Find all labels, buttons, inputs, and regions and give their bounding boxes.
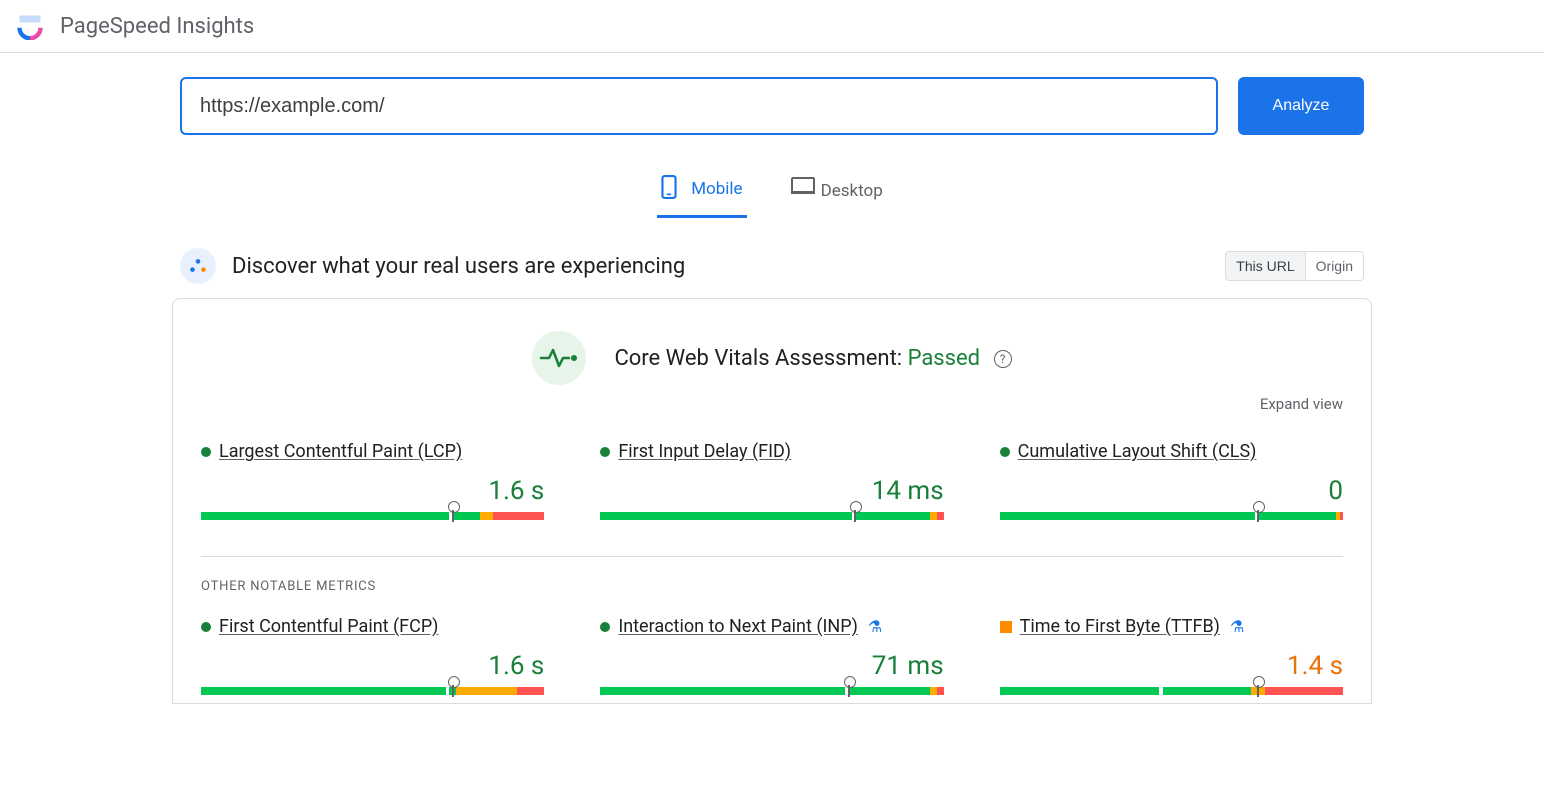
percentile-marker	[1257, 506, 1259, 526]
section-title: Discover what your real users are experi…	[232, 254, 685, 279]
cwv-assessment: Core Web Vitals Assessment: Passed ?	[201, 331, 1343, 385]
desktop-icon	[791, 177, 811, 205]
pulse-icon	[532, 331, 586, 385]
subheader-other: OTHER NOTABLE METRICS	[201, 579, 1343, 594]
pagespeed-logo-icon	[16, 12, 44, 40]
url-input[interactable]	[180, 77, 1218, 135]
status-dot	[201, 447, 211, 457]
core-metrics-grid: Largest Contentful Paint (LCP) 1.6 s Fir…	[201, 441, 1343, 520]
status-dot	[201, 622, 211, 632]
distribution-bar	[1000, 512, 1343, 520]
metric-value: 0	[1000, 476, 1343, 506]
divider	[201, 556, 1343, 557]
search-row: Analyze	[172, 77, 1372, 135]
metric-value: 1.6 s	[201, 651, 544, 681]
distribution-bar	[201, 687, 544, 695]
experimental-icon: ⚗	[868, 617, 882, 636]
tab-desktop-label: Desktop	[821, 181, 883, 201]
toggle-this-url[interactable]: This URL	[1226, 252, 1304, 280]
metric-value: 1.4 s	[1000, 651, 1343, 681]
percentile-marker	[452, 681, 454, 701]
metric-ttfb[interactable]: Time to First Byte (TTFB) ⚗ 1.4 s	[1000, 616, 1343, 695]
distribution-bar	[201, 512, 544, 520]
metric-name: First Input Delay (FID)	[618, 441, 791, 462]
percentile-marker	[452, 506, 454, 526]
status-dot	[600, 622, 610, 632]
status-dot	[600, 447, 610, 457]
experimental-icon: ⚗	[1230, 617, 1244, 636]
topbar: PageSpeed Insights	[0, 0, 1544, 53]
section-header: Discover what your real users are experi…	[172, 248, 1372, 284]
metric-lcp[interactable]: Largest Contentful Paint (LCP) 1.6 s	[201, 441, 544, 520]
metric-name: First Contentful Paint (FCP)	[219, 616, 438, 637]
tab-desktop[interactable]: Desktop	[787, 167, 887, 218]
metric-value: 71 ms	[600, 651, 943, 681]
metric-fid[interactable]: First Input Delay (FID) 14 ms	[600, 441, 943, 520]
assessment-text: Core Web Vitals Assessment: Passed ?	[614, 346, 1011, 371]
help-icon[interactable]: ?	[994, 350, 1012, 368]
distribution-bar	[600, 687, 943, 695]
metric-name: Cumulative Layout Shift (CLS)	[1018, 441, 1257, 462]
status-dot	[1000, 621, 1012, 633]
metric-fcp[interactable]: First Contentful Paint (FCP) 1.6 s	[201, 616, 544, 695]
tab-mobile-label: Mobile	[691, 179, 742, 199]
device-tabs: Mobile Desktop	[0, 167, 1544, 218]
tab-mobile[interactable]: Mobile	[657, 167, 746, 218]
distribution-bar	[600, 512, 943, 520]
toggle-origin[interactable]: Origin	[1305, 252, 1363, 280]
analyze-button[interactable]: Analyze	[1238, 77, 1364, 135]
results-card: Core Web Vitals Assessment: Passed ? Exp…	[172, 298, 1372, 704]
metric-value: 1.6 s	[201, 476, 544, 506]
percentile-marker	[848, 681, 850, 701]
assessment-prefix: Core Web Vitals Assessment:	[614, 346, 907, 371]
distribution-bar	[1000, 687, 1343, 695]
scope-toggle: This URL Origin	[1225, 251, 1364, 281]
crux-icon	[180, 248, 216, 284]
metric-name: Time to First Byte (TTFB)	[1020, 616, 1220, 637]
status-dot	[1000, 447, 1010, 457]
metric-inp[interactable]: Interaction to Next Paint (INP) ⚗ 71 ms	[600, 616, 943, 695]
metric-value: 14 ms	[600, 476, 943, 506]
metric-name: Interaction to Next Paint (INP)	[618, 616, 858, 637]
metric-name: Largest Contentful Paint (LCP)	[219, 441, 462, 462]
expand-view-link[interactable]: Expand view	[201, 395, 1343, 413]
percentile-marker	[1257, 681, 1259, 701]
other-metrics-grid: First Contentful Paint (FCP) 1.6 s Inter…	[201, 616, 1343, 695]
assessment-status: Passed	[908, 346, 981, 371]
metric-cls[interactable]: Cumulative Layout Shift (CLS) 0	[1000, 441, 1343, 520]
mobile-icon	[661, 175, 681, 203]
percentile-marker	[854, 506, 856, 526]
app-title: PageSpeed Insights	[60, 14, 254, 39]
